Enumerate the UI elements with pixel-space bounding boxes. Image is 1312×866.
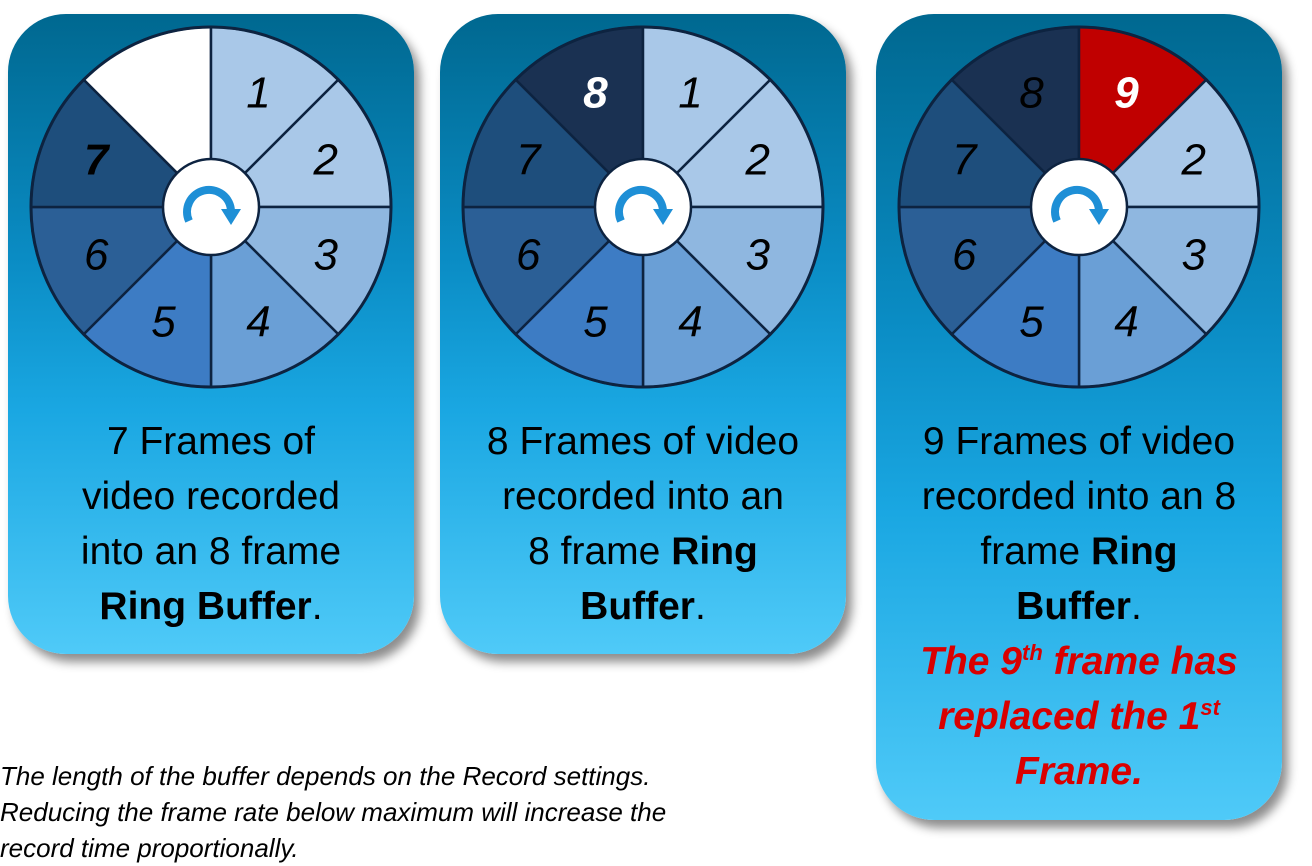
- caption-line: Buffer.: [884, 579, 1274, 634]
- panel-7-frames: 12 34 56 7 7 Frames of video recorded into an…: [8, 14, 414, 654]
- caption-text: .: [311, 585, 323, 628]
- caption-text: 8 Frames of video: [486, 420, 800, 463]
- segment-label: 6: [952, 231, 977, 280]
- caption-text: frame: [980, 530, 1091, 573]
- hub-circle: [593, 157, 693, 257]
- footnote-line-2: Reducing the frame rate below maximum wi…: [0, 797, 667, 827]
- hub-circle: [161, 157, 261, 257]
- caption-text: recorded into an 8: [921, 475, 1237, 518]
- note-line-3: Frame.: [1015, 750, 1143, 793]
- panel-8-frames: 8 12 34 56 7 8 Frames of video recorded into …: [440, 14, 846, 654]
- overwrite-note: The 9th frame has replaced the 1st Frame…: [884, 634, 1274, 799]
- caption-line: recorded into an 8: [884, 469, 1274, 524]
- segment-label: 3: [746, 231, 771, 280]
- footnote-line-3: record time proportionally.: [0, 833, 299, 863]
- note-superscript: st: [1200, 695, 1220, 720]
- segment-label: 4: [246, 298, 270, 347]
- caption-line: Ring Buffer.: [16, 579, 406, 634]
- caption-line: into an 8 frame: [16, 524, 406, 579]
- caption-text: into an 8 frame: [80, 530, 342, 573]
- panel-caption: 8 Frames of video recorded into an 8 frame…: [448, 414, 838, 634]
- note-text: frame has: [1042, 640, 1238, 683]
- caption-emphasis: Ring: [671, 530, 758, 573]
- caption-emphasis: Ring: [1090, 530, 1178, 573]
- caption-line: Buffer.: [448, 579, 838, 634]
- hub-circle: [1029, 157, 1129, 257]
- segment-label: 5: [1019, 298, 1044, 347]
- caption-emphasis: Buffer: [1016, 585, 1131, 628]
- caption-line: 7 Frames of: [16, 414, 406, 469]
- note-superscript: th: [1022, 640, 1043, 665]
- segment-label: 2: [313, 135, 338, 184]
- panel-caption: 9 Frames of video recorded into an 8 frame…: [884, 414, 1274, 634]
- segment-label: 5: [583, 298, 608, 347]
- caption-line: 8 frame Ring: [448, 524, 838, 579]
- caption-line: recorded into an: [448, 469, 838, 524]
- ring-buffer-diagram: 8 12 34 56 7: [461, 25, 825, 389]
- ring-buffer-diagram: 12 34 56 7: [29, 25, 393, 389]
- segment-label: 4: [1114, 298, 1138, 347]
- segment-label: 7: [952, 135, 978, 184]
- segment-label: 3: [314, 231, 339, 280]
- note-line-1: The 9th frame has: [884, 634, 1274, 689]
- footnote: The length of the buffer depends on the …: [0, 758, 860, 866]
- segment-label: 5: [151, 298, 176, 347]
- segment-label: 7: [84, 135, 111, 184]
- segment-label: 4: [678, 298, 702, 347]
- caption-text: .: [695, 585, 706, 628]
- caption-text: 8 frame: [528, 530, 672, 573]
- segment-label: 1: [246, 68, 270, 117]
- caption-text: recorded into an: [502, 475, 784, 518]
- note-text: The 9: [920, 640, 1022, 683]
- note-line-2: replaced the 1st: [884, 689, 1274, 744]
- caption-text: video recorded: [82, 475, 340, 518]
- caption-line: frame Ring: [884, 524, 1274, 579]
- panel-caption: 7 Frames of video recorded into an 8 frame…: [16, 414, 406, 634]
- segment-label: 2: [745, 135, 770, 184]
- segment-label: 2: [1181, 135, 1206, 184]
- caption-emphasis: Buffer: [580, 585, 695, 628]
- note-text: replaced the 1: [938, 695, 1201, 738]
- panel-9-frames: 8 92 34 56 7 9 Frames of video recorded into …: [876, 14, 1282, 820]
- segment-label: 8: [583, 68, 608, 117]
- caption-line: 8 Frames of video: [448, 414, 838, 469]
- ring-buffer-diagram: 8 92 34 56 7: [897, 25, 1261, 389]
- segment-label: 7: [516, 135, 542, 184]
- footnote-line-1: The length of the buffer depends on the …: [0, 761, 651, 791]
- caption-text: 9 Frames of video: [922, 420, 1236, 463]
- segment-label: 1: [678, 68, 702, 117]
- segment-label: 9: [1114, 68, 1139, 117]
- segment-label: 8: [1019, 68, 1044, 117]
- caption-line: video recorded: [16, 469, 406, 524]
- segment-label: 6: [84, 231, 109, 280]
- caption-emphasis: Ring Buffer: [99, 585, 312, 628]
- segment-label: 3: [1182, 231, 1207, 280]
- caption-text: 7 Frames of: [106, 420, 316, 463]
- caption-line: 9 Frames of video: [884, 414, 1274, 469]
- segment-label: 6: [516, 231, 541, 280]
- caption-text: .: [1131, 585, 1142, 628]
